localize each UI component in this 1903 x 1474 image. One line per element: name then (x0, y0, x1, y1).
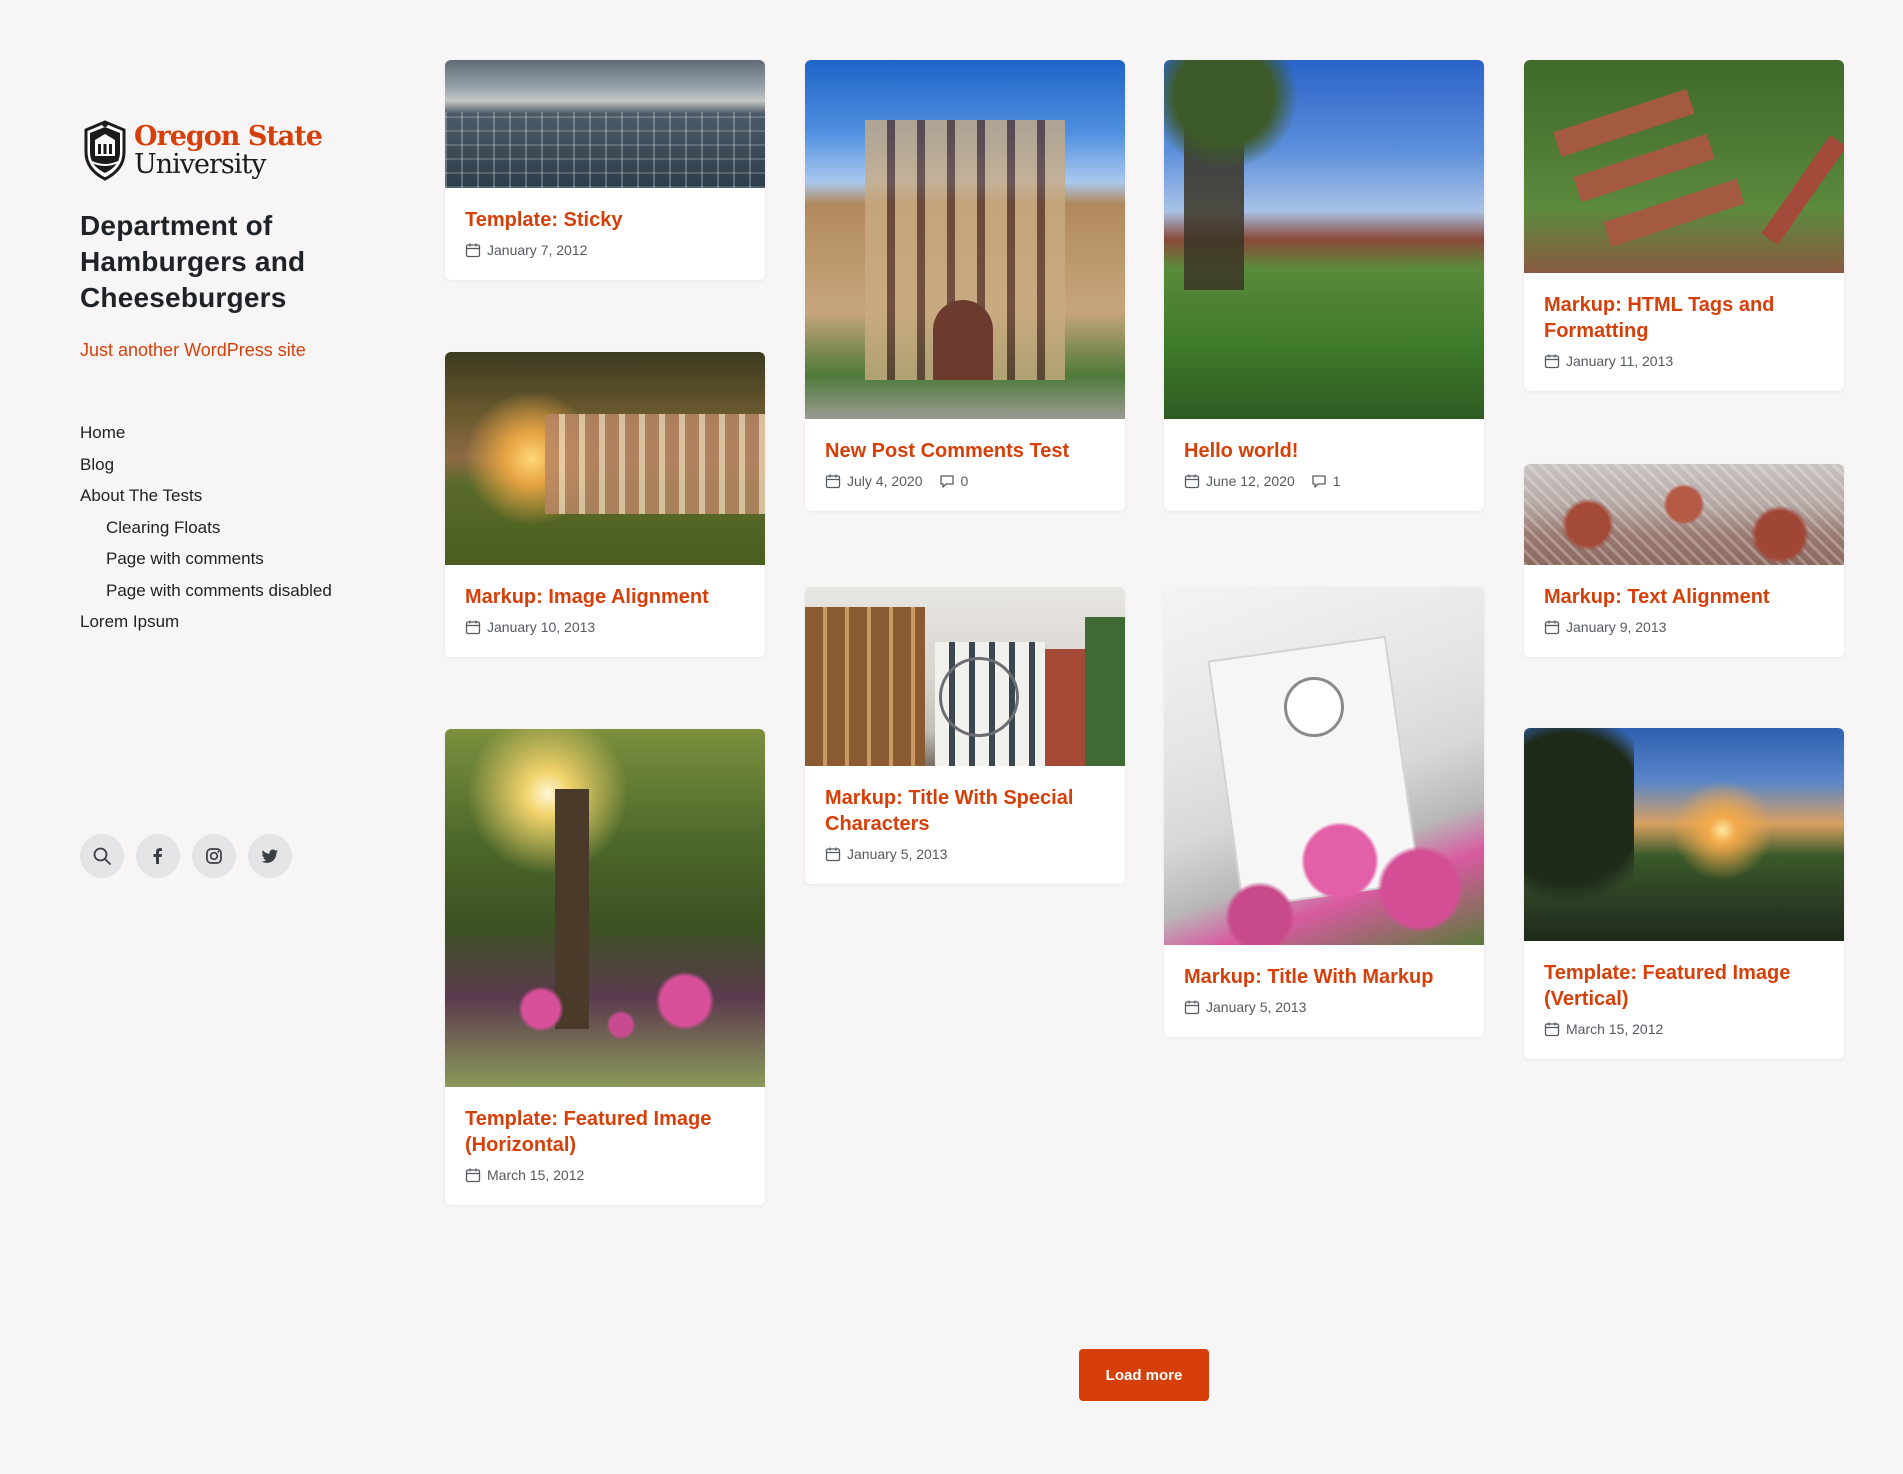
calendar-icon (825, 474, 841, 489)
post-meta: January 5, 2013 (1184, 999, 1464, 1015)
nav-item-blog[interactable]: Blog (80, 449, 380, 481)
instagram-link[interactable] (192, 834, 236, 878)
nav-item-about-the-tests[interactable]: About The Tests (80, 480, 380, 512)
comment-count: 1 (1332, 473, 1341, 489)
comment-icon (1312, 475, 1326, 488)
post-date[interactable]: January 11, 2013 (1566, 353, 1673, 369)
post-card: Markup: Title With Markup January 5, 201… (1164, 587, 1484, 1037)
logo-line-1: Oregon State (134, 120, 323, 152)
site-title[interactable]: Department of Hamburgers and Cheeseburge… (80, 208, 350, 316)
nav-item-page-with-comments-disabled[interactable]: Page with comments disabled (80, 575, 380, 607)
post-meta: July 4, 2020 0 (825, 473, 1105, 489)
calendar-icon (1544, 620, 1560, 635)
post-thumbnail[interactable] (445, 60, 765, 188)
calendar-icon (825, 847, 841, 862)
load-more-button[interactable]: Load more (1079, 1349, 1209, 1401)
post-meta: June 12, 2020 1 (1184, 473, 1464, 489)
post-title[interactable]: New Post Comments Test (825, 438, 1105, 464)
post-card: Markup: Title With Special Characters Ja… (805, 587, 1125, 884)
post-title[interactable]: Markup: Title With Markup (1184, 964, 1464, 990)
facebook-link[interactable] (136, 834, 180, 878)
post-date[interactable]: January 5, 2013 (1206, 999, 1306, 1015)
post-card: Template: Featured Image (Vertical) Marc… (1524, 728, 1844, 1059)
post-thumbnail[interactable] (1524, 464, 1844, 565)
post-card: Template: Sticky January 7, 2012 (445, 60, 765, 280)
nav-item-lorem-ipsum[interactable]: Lorem Ipsum (80, 606, 380, 638)
post-meta: January 10, 2013 (465, 619, 745, 635)
nav-item-page-with-comments[interactable]: Page with comments (80, 543, 380, 575)
facebook-icon (153, 848, 162, 864)
post-thumbnail[interactable] (805, 587, 1125, 766)
post-card: Hello world! June 12, 2020 1 (1164, 60, 1484, 511)
calendar-icon (465, 243, 481, 258)
post-date[interactable]: June 12, 2020 (1206, 473, 1295, 489)
post-card: Markup: HTML Tags and Formatting January… (1524, 60, 1844, 391)
search-button[interactable] (80, 834, 124, 878)
post-title[interactable]: Template: Featured Image (Horizontal) (465, 1106, 745, 1158)
post-comments[interactable]: 1 (1311, 473, 1341, 489)
post-thumbnail[interactable] (445, 729, 765, 1087)
post-meta: January 7, 2012 (465, 242, 745, 258)
university-seal-icon (84, 120, 126, 181)
post-meta: January 5, 2013 (825, 846, 1105, 862)
post-card: Markup: Image Alignment January 10, 2013 (445, 352, 765, 657)
post-title[interactable]: Template: Featured Image (Vertical) (1544, 960, 1824, 1012)
post-date[interactable]: March 15, 2012 (487, 1167, 584, 1183)
post-card: Markup: Text Alignment January 9, 2013 (1524, 464, 1844, 657)
nav-item-clearing-floats[interactable]: Clearing Floats (80, 512, 380, 544)
post-date[interactable]: March 15, 2012 (1566, 1021, 1663, 1037)
post-thumbnail[interactable] (1524, 728, 1844, 941)
post-title[interactable]: Markup: Text Alignment (1544, 584, 1824, 610)
site-description: Just another WordPress site (80, 340, 306, 360)
post-card: Template: Featured Image (Horizontal) Ma… (445, 729, 765, 1205)
post-thumbnail[interactable] (1164, 60, 1484, 419)
post-card: New Post Comments Test July 4, 2020 0 (805, 60, 1125, 511)
post-date[interactable]: January 7, 2012 (487, 242, 587, 258)
main-nav: Home Blog About The Tests Clearing Float… (80, 417, 380, 638)
calendar-icon (1184, 474, 1200, 489)
post-date[interactable]: July 4, 2020 (847, 473, 923, 489)
post-title[interactable]: Markup: Image Alignment (465, 584, 745, 610)
post-date[interactable]: January 10, 2013 (487, 619, 595, 635)
site-logo[interactable]: Oregon State University (80, 118, 380, 182)
post-date[interactable]: January 5, 2013 (847, 846, 947, 862)
calendar-icon (465, 620, 481, 635)
post-meta: January 9, 2013 (1544, 619, 1824, 635)
logo-line-2: University (134, 148, 267, 180)
logo-wordmark: Oregon State University (134, 120, 323, 180)
post-title[interactable]: Markup: Title With Special Characters (825, 785, 1105, 837)
search-icon (93, 847, 111, 865)
post-comments[interactable]: 0 (939, 473, 969, 489)
nav-item-home[interactable]: Home (80, 417, 380, 449)
calendar-icon (465, 1168, 481, 1183)
comment-count: 0 (960, 473, 969, 489)
post-title[interactable]: Markup: HTML Tags and Formatting (1544, 292, 1824, 344)
twitter-icon (261, 849, 278, 863)
instagram-icon (206, 848, 222, 864)
twitter-link[interactable] (248, 834, 292, 878)
post-meta: January 11, 2013 (1544, 353, 1824, 369)
calendar-icon (1544, 1022, 1560, 1037)
post-title[interactable]: Hello world! (1184, 438, 1464, 464)
post-thumbnail[interactable] (1164, 587, 1484, 945)
post-thumbnail[interactable] (1524, 60, 1844, 273)
calendar-icon (1184, 1000, 1200, 1015)
post-date[interactable]: January 9, 2013 (1566, 619, 1666, 635)
post-meta: March 15, 2012 (1544, 1021, 1824, 1037)
sidebar: Oregon State University Department of Ha… (80, 118, 380, 638)
post-thumbnail[interactable] (805, 60, 1125, 419)
social-links (80, 834, 292, 878)
calendar-icon (1544, 354, 1560, 369)
comment-icon (939, 475, 954, 488)
post-title[interactable]: Template: Sticky (465, 207, 745, 233)
post-thumbnail[interactable] (445, 352, 765, 565)
post-meta: March 15, 2012 (465, 1167, 745, 1183)
